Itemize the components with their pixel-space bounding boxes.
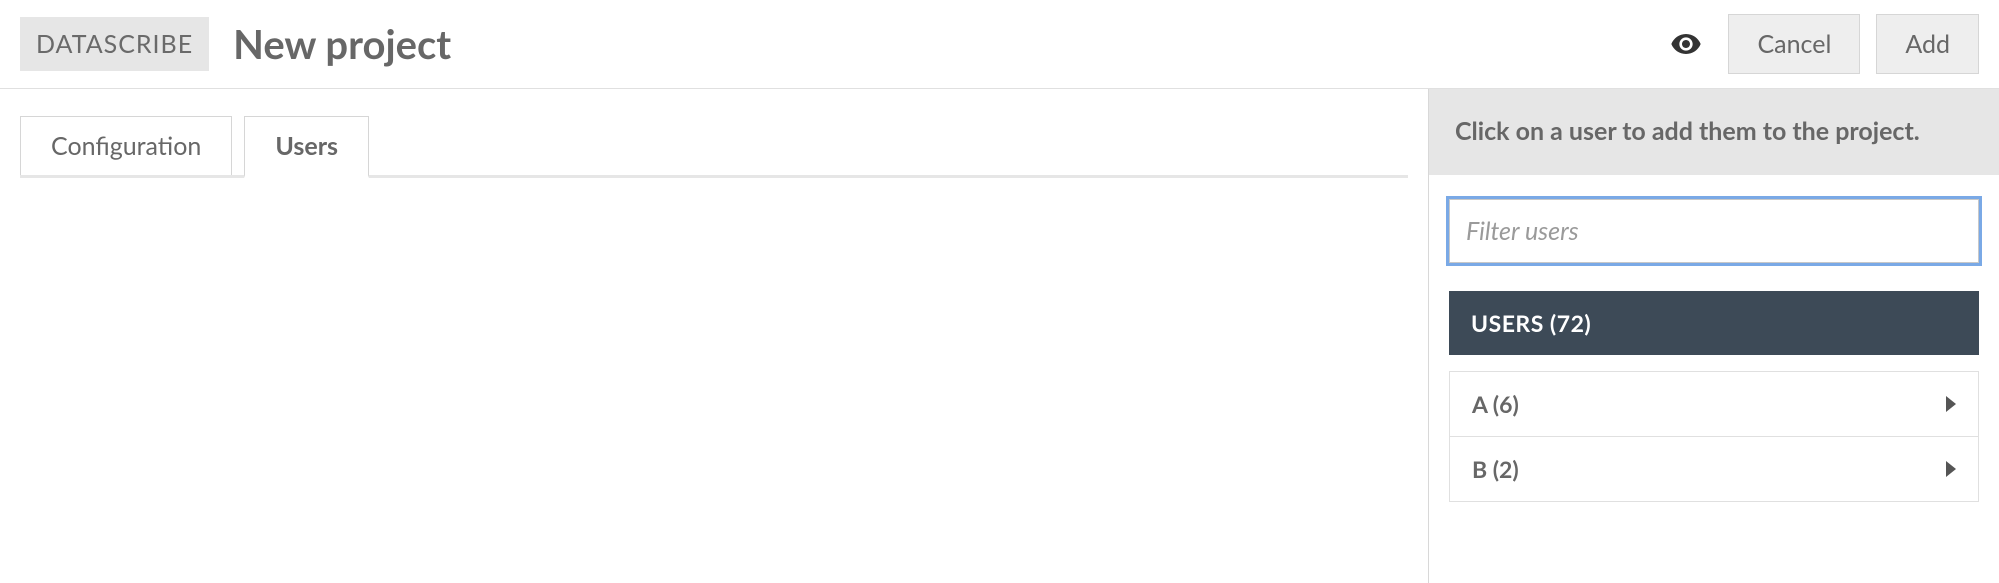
user-group-label: A (6): [1472, 390, 1519, 418]
page-title: New project: [233, 20, 1668, 68]
user-group-b[interactable]: B (2): [1449, 437, 1979, 502]
tab-users[interactable]: Users: [244, 116, 369, 178]
sidebar-hint: Click on a user to add them to the proje…: [1429, 89, 1999, 175]
users-header[interactable]: USERS (72): [1449, 291, 1979, 355]
caret-right-icon: [1946, 396, 1956, 412]
main-panel: Configuration Users: [0, 89, 1429, 583]
add-button[interactable]: Add: [1876, 14, 1979, 74]
app-badge: DATASCRIBE: [20, 17, 209, 71]
tab-configuration[interactable]: Configuration: [20, 116, 232, 175]
cancel-button[interactable]: Cancel: [1728, 14, 1860, 74]
tabs: Configuration Users: [20, 116, 1408, 178]
user-group-a[interactable]: A (6): [1449, 371, 1979, 437]
eye-icon[interactable]: [1668, 26, 1704, 62]
caret-right-icon: [1946, 461, 1956, 477]
user-group-label: B (2): [1472, 455, 1519, 483]
filter-users-input[interactable]: [1449, 199, 1979, 263]
sidebar: Click on a user to add them to the proje…: [1429, 89, 1999, 583]
page-header: DATASCRIBE New project Cancel Add: [0, 0, 1999, 89]
header-actions: Cancel Add: [1668, 14, 1979, 74]
sidebar-body: USERS (72) A (6) B (2): [1429, 175, 1999, 502]
content: Configuration Users Click on a user to a…: [0, 89, 1999, 583]
